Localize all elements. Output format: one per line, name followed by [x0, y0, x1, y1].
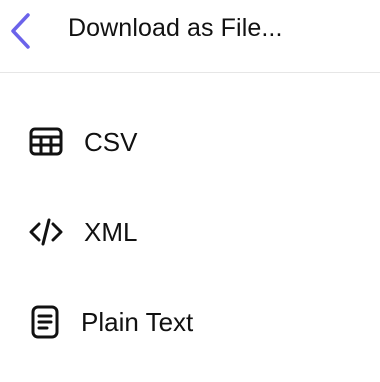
header: Download as File... [0, 0, 380, 73]
document-text-icon [31, 305, 59, 339]
menu-item-plain-text[interactable]: Plain Text [0, 277, 380, 367]
code-icon [29, 218, 63, 246]
menu-item-label: CSV [84, 127, 138, 157]
menu-item-xml[interactable]: XML [0, 187, 380, 277]
menu-item-label: Plain Text [81, 307, 194, 337]
chevron-left-icon [11, 13, 30, 49]
menu-item-label: XML [84, 217, 138, 247]
download-format-menu: CSV XML Plain Text [0, 97, 380, 367]
page-title: Download as File... [68, 14, 283, 42]
back-button[interactable] [0, 0, 48, 60]
table-icon [29, 127, 63, 156]
menu-item-csv[interactable]: CSV [0, 97, 380, 187]
